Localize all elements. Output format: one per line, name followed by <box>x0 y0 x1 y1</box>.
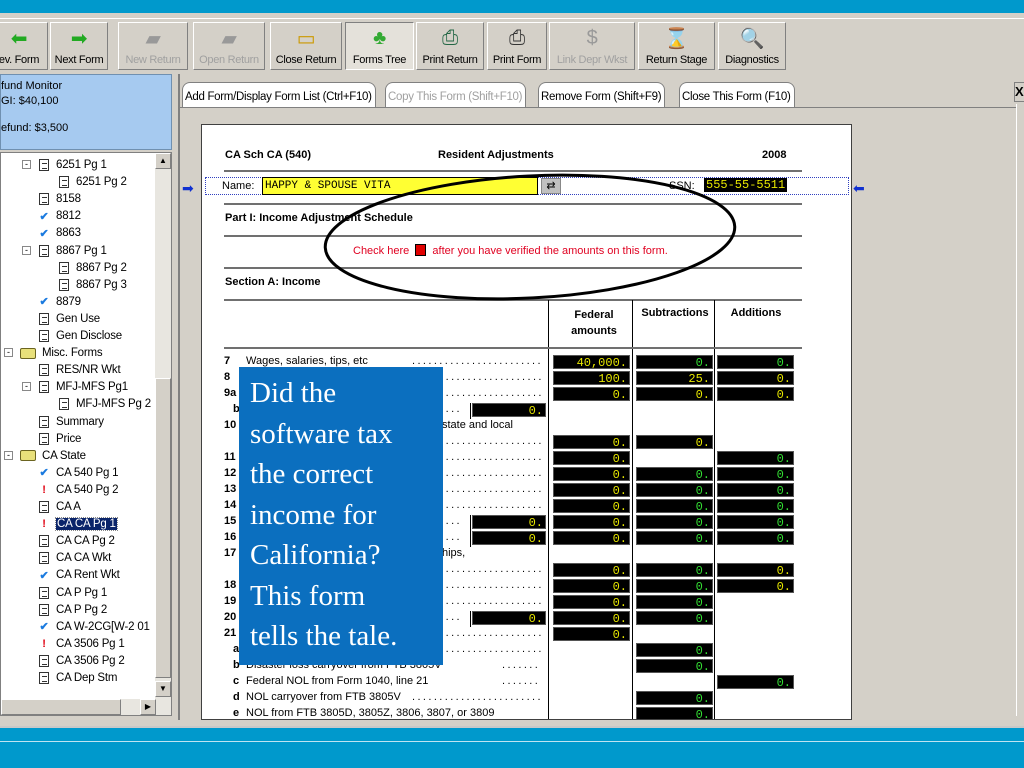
callout-line: the correct <box>250 458 374 490</box>
highlight-ellipse <box>323 173 737 301</box>
callout-line: Did the <box>250 377 337 409</box>
slide-band-line <box>0 741 1024 742</box>
callout-line: California? <box>250 539 381 571</box>
callout-line: income for <box>250 498 377 531</box>
callout-line: tells the tale. <box>250 620 398 652</box>
callout-line: This form <box>250 579 366 612</box>
annotation-ellipse <box>323 173 737 301</box>
callout-line: software tax <box>250 417 393 450</box>
callout-box: Did the software tax the correct income … <box>239 367 443 665</box>
slide-bottom-band <box>0 726 1024 768</box>
